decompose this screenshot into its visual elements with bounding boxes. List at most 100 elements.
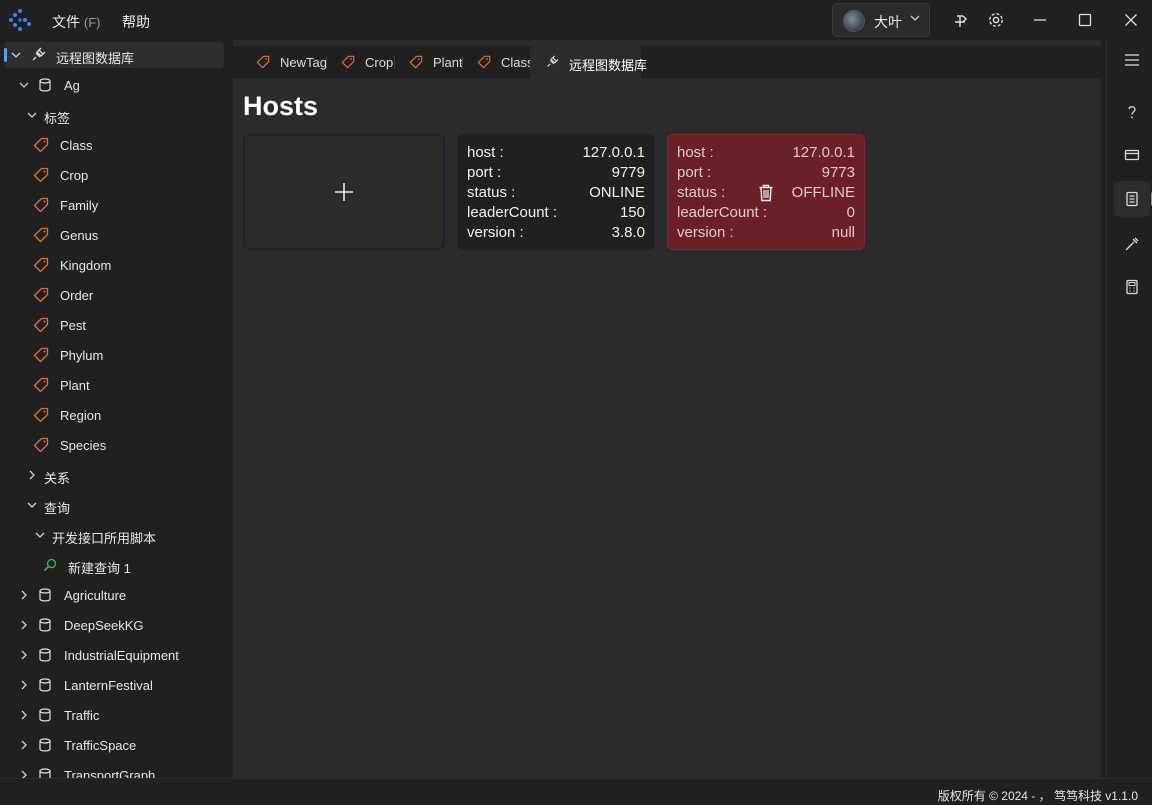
status-badge: OFFLINE <box>791 184 855 201</box>
field-value: 0 <box>846 204 855 221</box>
calculator-button[interactable] <box>1114 269 1150 305</box>
status-badge: ONLINE <box>589 184 645 201</box>
tree-space-label: Ag <box>64 78 80 93</box>
tree-root[interactable]: 远程图数据库 <box>0 40 230 70</box>
tree-space-item[interactable]: IndustrialEquipment <box>0 640 230 670</box>
tab-远程图数据库[interactable]: 远程图数据库 <box>530 46 647 78</box>
chevron-right-icon[interactable] <box>26 469 38 481</box>
tree-space-item[interactable]: Traffic <box>0 700 230 730</box>
tree-space-item[interactable]: DeepSeekKG <box>0 610 230 640</box>
maximize-icon[interactable] <box>1075 10 1095 30</box>
tree-tags-group[interactable]: 标签 <box>0 100 230 130</box>
tab-newtag[interactable]: NewTag <box>241 46 327 78</box>
minimize-icon[interactable] <box>1030 10 1050 30</box>
version-field: version : 3.8.0 <box>467 224 645 244</box>
app-logo-icon <box>9 9 31 31</box>
chevron-right-icon[interactable] <box>18 769 30 778</box>
tag-icon <box>256 55 270 69</box>
tab-label: 远程图数据库 <box>569 58 648 73</box>
tree-query-item[interactable]: 新建查询 1 <box>0 550 230 580</box>
tree-space-item[interactable]: LanternFestival <box>0 670 230 700</box>
chevron-down-icon[interactable] <box>26 499 38 511</box>
hamburger-menu-button[interactable] <box>1114 42 1150 78</box>
tree-tag-item[interactable]: Crop <box>0 160 230 190</box>
database-icon <box>39 618 51 632</box>
tree-tag-item[interactable]: Species <box>0 430 230 460</box>
tree-tag-item[interactable]: Pest <box>0 310 230 340</box>
tree-tag-item[interactable]: Order <box>0 280 230 310</box>
avatar <box>843 10 865 32</box>
tree-space-label: TrafficSpace <box>64 738 137 753</box>
chevron-right-icon[interactable] <box>18 709 30 721</box>
tree-tag-item[interactable]: Plant <box>0 370 230 400</box>
card-view-button[interactable] <box>1114 137 1150 173</box>
tag-icon <box>33 437 49 453</box>
chevron-right-icon[interactable] <box>18 679 30 691</box>
field-key: status : <box>677 184 726 201</box>
tab-divider <box>394 55 395 69</box>
host-card-offline[interactable]: host : 127.0.0.1 port : 9773 status : OFFLI… <box>667 134 865 250</box>
tree-space-ag[interactable]: Ag <box>0 70 230 100</box>
hosts-button[interactable] <box>1114 181 1152 217</box>
field-key: version : <box>677 224 734 241</box>
chevron-down-icon[interactable] <box>18 79 30 91</box>
tree-tag-item[interactable]: Family <box>0 190 230 220</box>
tag-icon <box>33 167 49 183</box>
help-button[interactable] <box>1114 94 1150 130</box>
title-bar: 文件 (F) 帮助 大叶 <box>0 0 1152 40</box>
chevron-down-icon[interactable] <box>26 109 38 121</box>
tree-tag-item[interactable]: Kingdom <box>0 250 230 280</box>
chevron-down-icon[interactable] <box>10 49 22 61</box>
add-host-card[interactable] <box>243 134 445 250</box>
trash-icon[interactable] <box>758 184 774 202</box>
tag-icon <box>33 377 49 393</box>
tag-icon <box>33 287 49 303</box>
tree-tag-item[interactable]: Class <box>0 130 230 160</box>
tag-icon <box>33 407 49 423</box>
tree-space-item[interactable]: TrafficSpace <box>0 730 230 760</box>
tag-icon <box>33 227 49 243</box>
chevron-right-icon[interactable] <box>18 619 30 631</box>
tab-crop[interactable]: Crop <box>326 46 394 78</box>
tab-class[interactable]: Class <box>462 46 534 78</box>
pin-icon[interactable] <box>951 10 971 30</box>
chevron-right-icon[interactable] <box>18 739 30 751</box>
chevron-right-icon[interactable] <box>18 649 30 661</box>
tab-plant[interactable]: Plant <box>394 46 463 78</box>
chevron-down-icon <box>910 15 920 21</box>
main-panel: NewTag Crop Plant Class 远程图数据库 Hosts host : 1… <box>233 40 1101 778</box>
user-menu-button[interactable]: 大叶 <box>832 3 930 37</box>
tree-query-group[interactable]: 查询 <box>0 490 230 520</box>
document-list-icon <box>1126 191 1138 207</box>
host-card-online[interactable]: host : 127.0.0.1 port : 9779 status : ONLIN… <box>457 134 655 250</box>
tree-tag-item[interactable]: Phylum <box>0 340 230 370</box>
leader-count-field: leaderCount : 150 <box>467 204 645 224</box>
tree-space-item[interactable]: TransportGraph <box>0 760 230 778</box>
port-field: port : 9773 <box>677 164 855 184</box>
selection-indicator <box>4 48 7 62</box>
tree-tag-item[interactable]: Genus <box>0 220 230 250</box>
version-field: version : null <box>677 224 855 244</box>
tree-space-item[interactable]: Agriculture <box>0 580 230 610</box>
gear-icon[interactable] <box>986 10 1006 30</box>
tree-tag-label: Genus <box>60 228 99 243</box>
tree-space-label: DeepSeekKG <box>64 618 144 633</box>
tree-tag-label: Family <box>60 198 99 213</box>
chevron-right-icon[interactable] <box>18 589 30 601</box>
menu-file[interactable]: 文件 (F) <box>52 12 101 32</box>
tab-label: Plant <box>433 55 463 70</box>
field-key: leaderCount : <box>677 204 768 221</box>
tree-tag-item[interactable]: Region <box>0 400 230 430</box>
tab-label: NewTag <box>280 55 327 70</box>
field-value: 127.0.0.1 <box>792 144 855 161</box>
tools-button[interactable] <box>1114 226 1150 262</box>
chevron-down-icon[interactable] <box>34 529 46 541</box>
tab-bar: NewTag Crop Plant Class 远程图数据库 <box>233 46 1101 78</box>
tree-edges-group[interactable]: 关系 <box>0 460 230 490</box>
database-icon <box>39 768 51 778</box>
menu-icon <box>1125 54 1139 66</box>
close-icon[interactable] <box>1121 10 1141 30</box>
database-icon <box>39 78 51 92</box>
menu-help[interactable]: 帮助 <box>122 12 150 32</box>
tree-query-folder[interactable]: 开发接口所用脚本 <box>0 520 230 550</box>
